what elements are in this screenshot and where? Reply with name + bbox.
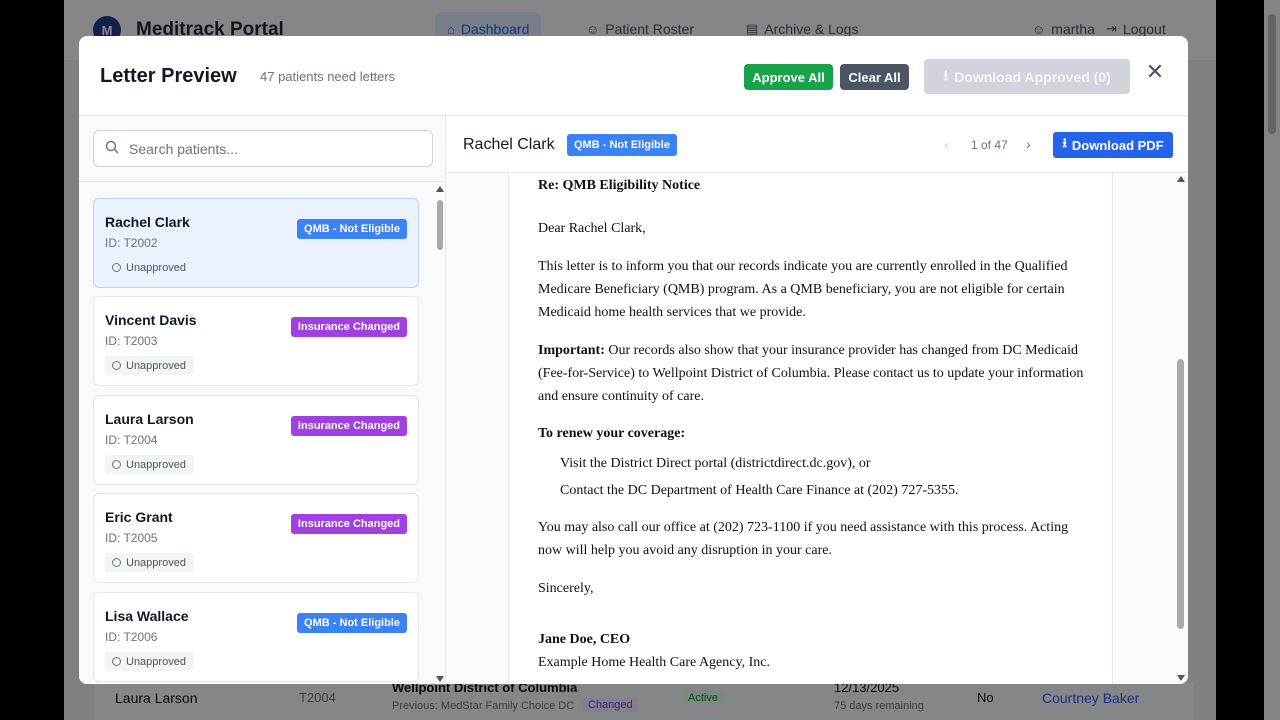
scroll-down-icon[interactable] [1177, 675, 1185, 681]
patients-count: 47 patients need letters [260, 69, 396, 84]
patient-card-lisa-wallace[interactable]: Lisa Wallace ID: T2006 Unapproved QMB - … [93, 592, 419, 682]
approval-status[interactable]: Unapproved [105, 455, 194, 474]
letter-preview-panel: Rachel Clark QMB - Not Eligible ‹ 1 of 4… [447, 116, 1188, 684]
patient-list: Rachel Clark ID: T2002 Unapproved QMB - … [79, 182, 435, 684]
renew-option-1: Visit the District Direct portal (distri… [560, 456, 871, 471]
download-icon: ⭳ [943, 66, 949, 83]
download-approved-label: Download Approved (0) [954, 68, 1111, 85]
patient-card-vincent-davis[interactable]: Vincent Davis ID: T2003 Unapproved Insur… [93, 296, 419, 386]
letter-scrollbar[interactable] [1175, 173, 1187, 684]
status-label: Unapproved [126, 458, 186, 471]
download-pdf-label: Download PDF [1071, 137, 1164, 153]
patient-list-panel: Rachel Clark ID: T2002 Unapproved QMB - … [79, 116, 446, 684]
circle-icon [112, 361, 121, 370]
status-label: Unapproved [126, 556, 186, 569]
patient-name: Laura Larson [105, 411, 194, 427]
chevron-right-icon[interactable]: › [1026, 136, 1031, 152]
letter-preview-modal: Letter Preview 47 patients need letters … [79, 36, 1188, 684]
letter-closing: Sincerely, [538, 581, 594, 596]
patient-id: ID: T2004 [105, 433, 158, 447]
page-indicator: 1 of 47 [971, 138, 1008, 152]
scroll-down-icon[interactable] [436, 676, 444, 682]
patient-id: ID: T2006 [105, 630, 158, 644]
circle-icon [112, 263, 121, 272]
circle-icon [112, 558, 121, 567]
patient-id: ID: T2005 [105, 531, 158, 545]
letter-agency: Example Home Health Care Agency, Inc. [538, 655, 770, 670]
circle-icon [112, 460, 121, 469]
modal-title: Letter Preview [100, 65, 237, 87]
approval-status[interactable]: Unapproved [105, 258, 194, 277]
renew-option-2: Contact the DC Department of Health Care… [560, 483, 959, 498]
status-label: Unapproved [126, 655, 186, 668]
letter-document: Re: QMB Eligibility Notice Dear Rachel C… [508, 173, 1113, 684]
close-icon[interactable]: ✕ [1144, 61, 1166, 83]
preview-patient-name: Rachel Clark [463, 136, 555, 153]
patient-card-rachel-clark[interactable]: Rachel Clark ID: T2002 Unapproved QMB - … [93, 198, 419, 288]
clear-all-button[interactable]: Clear All [840, 64, 909, 90]
patient-name: Lisa Wallace [105, 608, 189, 624]
letter-scroll-area[interactable]: Re: QMB Eligibility Notice Dear Rachel C… [447, 173, 1188, 684]
status-label: Unapproved [126, 261, 186, 274]
preview-header: Rachel Clark QMB - Not Eligible ‹ 1 of 4… [447, 116, 1188, 173]
scrollbar-thumb[interactable] [1177, 359, 1184, 629]
approval-status[interactable]: Unapproved [105, 356, 194, 375]
important-label: Important: [538, 343, 605, 358]
patient-name: Vincent Davis [105, 312, 197, 328]
patient-card-laura-larson[interactable]: Laura Larson ID: T2004 Unapproved Insura… [93, 395, 419, 485]
search-input[interactable] [129, 138, 419, 160]
patient-id: ID: T2003 [105, 334, 158, 348]
circle-icon [112, 657, 121, 666]
letter-important: Important: Our records also show that yo… [538, 339, 1088, 408]
chevron-left-icon[interactable]: ‹ [944, 136, 949, 152]
modal-header: Letter Preview 47 patients need letters … [79, 36, 1188, 116]
letter-paragraph-1: This letter is to inform you that our re… [538, 259, 1068, 320]
status-badge: QMB - Not Eligible [297, 613, 407, 633]
letter-signer: Jane Doe, CEO [538, 632, 631, 647]
download-pdf-button[interactable]: ⭳ Download PDF [1053, 132, 1173, 158]
letter-greeting: Dear Rachel Clark, [538, 221, 646, 236]
patient-name: Eric Grant [105, 509, 173, 525]
status-badge: Insurance Changed [290, 514, 407, 534]
approval-status[interactable]: Unapproved [105, 553, 194, 572]
scroll-up-icon[interactable] [1177, 176, 1185, 182]
status-badge: QMB - Not Eligible [567, 134, 677, 156]
status-badge: Insurance Changed [290, 317, 407, 337]
approval-status[interactable]: Unapproved [105, 652, 194, 671]
approve-all-button[interactable]: Approve All [744, 64, 833, 90]
renew-heading: To renew your coverage: [538, 426, 686, 441]
status-label: Unapproved [126, 359, 186, 372]
scroll-up-icon[interactable] [436, 186, 444, 192]
letter-paragraph-3: You may also call our office at (202) 72… [538, 520, 1069, 558]
patient-card-eric-grant[interactable]: Eric Grant ID: T2005 Unapproved Insuranc… [93, 493, 419, 583]
download-icon: ⭳ [1062, 135, 1067, 150]
search-box[interactable] [93, 130, 433, 167]
important-text: Our records also show that your insuranc… [538, 343, 1084, 404]
patient-name: Rachel Clark [105, 214, 190, 230]
status-badge: Insurance Changed [290, 416, 407, 436]
download-approved-button[interactable]: ⭳ Download Approved (0) [924, 59, 1130, 94]
patient-list-scrollbar[interactable] [435, 184, 445, 684]
status-badge: QMB - Not Eligible [297, 219, 407, 239]
search-icon [105, 140, 119, 154]
letter-subject: Re: QMB Eligibility Notice [538, 178, 701, 193]
scrollbar-thumb[interactable] [437, 200, 443, 250]
patient-id: ID: T2002 [105, 236, 158, 250]
